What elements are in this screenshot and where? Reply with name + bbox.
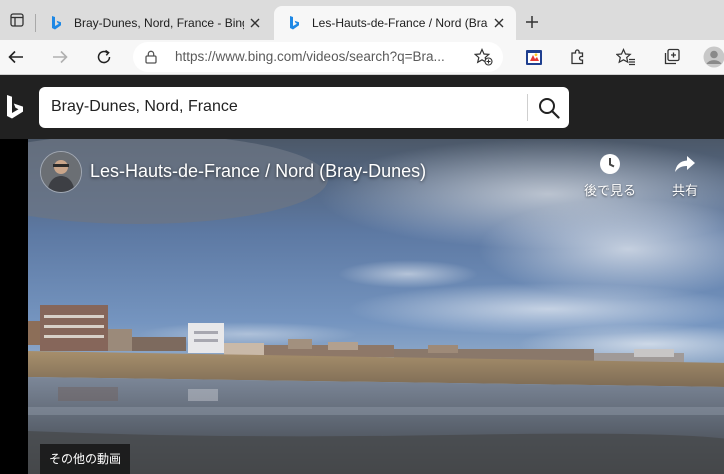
favorites-button[interactable] [614, 45, 638, 69]
search-box [39, 87, 569, 128]
extensions-button[interactable] [566, 45, 590, 69]
tab-strip: Bray-Dunes, Nord, France - Bing Les-Haut… [0, 0, 724, 40]
tab-actions-icon [10, 13, 24, 27]
share-arrow-icon [675, 156, 695, 172]
tab-bing-search[interactable]: Bray-Dunes, Nord, France - Bing [36, 6, 272, 40]
back-arrow-icon [8, 50, 23, 64]
tab-title: Les-Hauts-de-France / Nord (Bra [312, 16, 488, 30]
clock-icon [600, 154, 620, 174]
bing-logo-icon[interactable] [5, 95, 25, 121]
puzzle-icon [571, 49, 584, 65]
new-tab-button[interactable] [518, 8, 546, 36]
address-bar[interactable]: https://www.bing.com/videos/search?q=Bra… [133, 42, 503, 72]
add-favorite-icon[interactable] [474, 48, 493, 66]
browser-toolbar: https://www.bing.com/videos/search?q=Bra… [0, 40, 724, 75]
close-icon [250, 18, 260, 28]
share-label: 共有 [672, 183, 699, 198]
profile-button[interactable] [702, 45, 724, 69]
back-button[interactable] [2, 43, 30, 71]
forward-arrow-icon [53, 50, 68, 64]
more-videos-button[interactable]: その他の動画 [40, 444, 131, 474]
collections-button[interactable] [660, 45, 684, 69]
lock-icon [145, 50, 157, 64]
channel-avatar-image [41, 152, 81, 192]
tab-video[interactable]: Les-Hauts-de-France / Nord (Bra [274, 6, 516, 40]
video-title[interactable]: Les-Hauts-de-France / Nord (Bray-Dunes) [90, 161, 426, 182]
bing-icon [290, 16, 299, 30]
video-left-margin [0, 139, 28, 474]
collections-icon [664, 48, 680, 65]
forward-button[interactable] [46, 43, 74, 71]
refresh-button[interactable] [90, 43, 118, 71]
close-icon [494, 18, 504, 28]
plus-icon [526, 16, 538, 28]
channel-avatar[interactable] [40, 151, 82, 193]
search-button[interactable] [531, 90, 567, 125]
search-icon [539, 97, 560, 119]
avatar [703, 46, 724, 68]
search-divider [527, 94, 528, 121]
search-input[interactable] [51, 87, 521, 126]
extension-app-icon [526, 50, 542, 65]
watch-later-label: 後で見る [584, 183, 637, 198]
watch-later-button[interactable]: 後で見る [584, 153, 636, 199]
bing-icon [52, 16, 61, 30]
tab-title: Bray-Dunes, Nord, France - Bing [74, 16, 244, 30]
tab-close-button[interactable] [488, 12, 510, 34]
address-url[interactable]: https://www.bing.com/videos/search?q=Bra… [175, 49, 459, 64]
bing-header [0, 75, 724, 139]
extension-button[interactable] [522, 45, 546, 69]
refresh-icon [97, 49, 111, 64]
share-button[interactable]: 共有 [672, 153, 698, 199]
favorites-icon [616, 48, 635, 66]
tab-actions-button[interactable] [0, 0, 34, 40]
tab-close-button[interactable] [244, 12, 266, 34]
video-player[interactable]: Les-Hauts-de-France / Nord (Bray-Dunes) … [28, 139, 724, 474]
